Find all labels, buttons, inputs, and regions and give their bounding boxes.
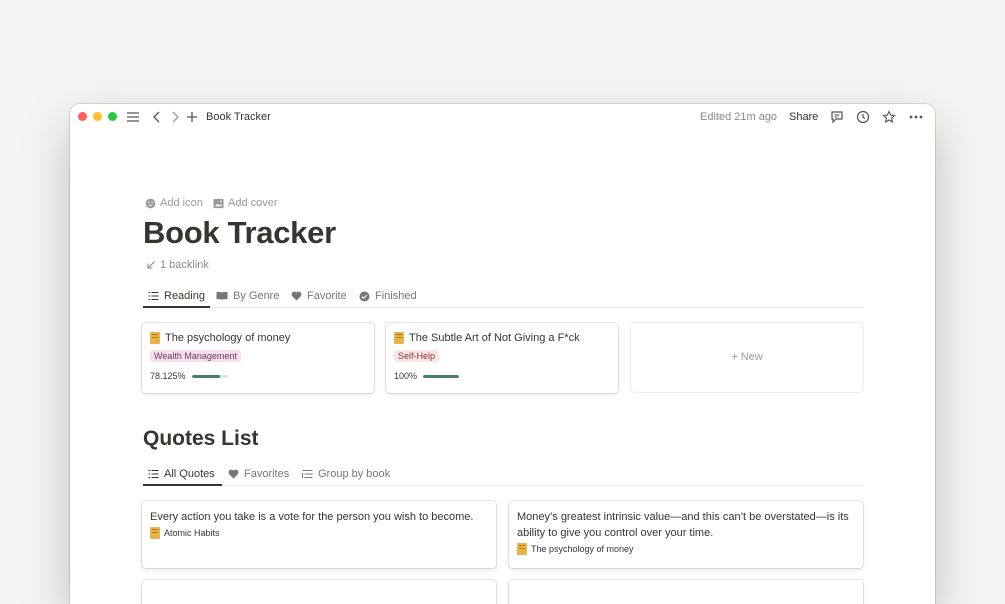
clock-history-icon[interactable] [856,110,870,124]
book-emoji-icon [150,332,160,344]
app-window: Book Tracker Edited 21m ago Share Add ic… [70,104,935,604]
backlink-button[interactable]: 1 backlink [146,259,209,271]
heart-icon [291,291,302,301]
tab-reading[interactable]: Reading [148,285,205,307]
reading-progress: 100% [394,371,460,381]
quote-card[interactable]: Every action you take is a vote for the … [142,501,496,568]
check-circle-icon [359,291,370,301]
more-options-icon[interactable] [908,110,924,124]
progress-bar [191,374,228,378]
forward-arrow-icon[interactable] [168,110,182,124]
comment-icon[interactable] [830,110,844,124]
tab-favorite-label: Favorite [307,290,347,302]
add-icon-button[interactable]: Add icon [145,197,203,209]
quotes-section-title[interactable]: Quotes List [143,427,259,451]
book-card[interactable]: The psychology of money Wealth Managemen… [142,323,374,393]
quote-source-label: Atomic Habits [164,528,220,538]
tab-finished-label: Finished [375,290,417,302]
progress-bar-fill [191,374,220,378]
add-icon-label: Add icon [160,197,203,209]
new-label: + New [731,351,763,363]
genre-tag: Self-Help [394,350,440,362]
heart-icon [228,469,239,479]
list-icon [148,469,159,479]
tab-favorite[interactable]: Favorite [291,285,347,307]
tab-group-by-book[interactable]: Group by book [302,463,390,485]
book-card[interactable]: The Subtle Art of Not Giving a F*ck Self… [386,323,618,393]
arrow-down-left-icon [147,261,155,269]
reading-view-tabs: Reading By Genre Favorite Finished [143,285,864,308]
book-card-title: The Subtle Art of Not Giving a F*ck [394,332,580,344]
image-icon [213,198,224,208]
star-favorite-icon[interactable] [882,110,896,124]
progress-bar [423,374,460,378]
breadcrumb-page-title[interactable]: Book Tracker [206,111,271,123]
share-button[interactable]: Share [789,111,818,123]
quote-source-label: The psychology of money [531,544,634,554]
progress-label: 100% [394,371,418,381]
tab-all-quotes-label: All Quotes [164,468,215,480]
book-open-icon [216,292,228,301]
book-emoji-icon [517,543,527,555]
tab-by-genre-label: By Genre [233,290,280,302]
page-title[interactable]: Book Tracker [143,215,336,251]
tab-all-quotes[interactable]: All Quotes [148,463,215,485]
quote-text: Every action you take is a vote for the … [150,511,474,523]
list-icon [148,291,159,301]
add-cover-button[interactable]: Add cover [213,197,278,209]
quote-text: Money’s greatest intrinsic value—and thi… [517,511,849,539]
quote-source: Atomic Habits [150,527,220,539]
new-page-plus-icon[interactable] [185,110,199,124]
quotes-view-tabs: All Quotes Favorites Group by book [143,463,864,486]
smiley-icon [145,198,156,208]
quote-card[interactable] [509,580,863,604]
backlink-label: 1 backlink [160,259,209,271]
tab-favorites-label: Favorites [244,468,290,480]
quote-card[interactable] [142,580,496,604]
close-window-button[interactable] [78,112,87,121]
book-title-text: The psychology of money [165,332,291,344]
tab-finished[interactable]: Finished [359,285,417,307]
active-tab-indicator [143,306,210,308]
back-arrow-icon[interactable] [150,110,164,124]
book-title-text: The Subtle Art of Not Giving a F*ck [409,332,580,344]
genre-tag: Wealth Management [150,350,241,362]
group-list-icon [302,469,313,479]
active-tab-indicator [143,484,222,486]
edited-timestamp: Edited 21m ago [700,111,778,123]
add-cover-label: Add cover [228,197,278,209]
tab-by-genre[interactable]: By Genre [216,285,279,307]
new-book-card-button[interactable]: + New [631,323,863,392]
progress-bar-fill [423,374,460,378]
quote-source: The psychology of money [517,543,634,555]
reading-progress: 78.125% [150,371,228,381]
zoom-window-button[interactable] [108,112,117,121]
progress-label: 78.125% [150,371,186,381]
title-bar: Book Tracker Edited 21m ago Share [70,104,935,132]
book-emoji-icon [394,332,404,344]
book-card-title: The psychology of money [150,332,290,344]
tab-reading-label: Reading [164,290,205,302]
tab-group-by-book-label: Group by book [318,468,391,480]
tab-favorites[interactable]: Favorites [228,463,289,485]
book-emoji-icon [150,527,160,539]
minimize-window-button[interactable] [93,112,102,121]
quote-card[interactable]: Money’s greatest intrinsic value—and thi… [509,501,863,568]
sidebar-menu-icon[interactable] [126,110,140,124]
